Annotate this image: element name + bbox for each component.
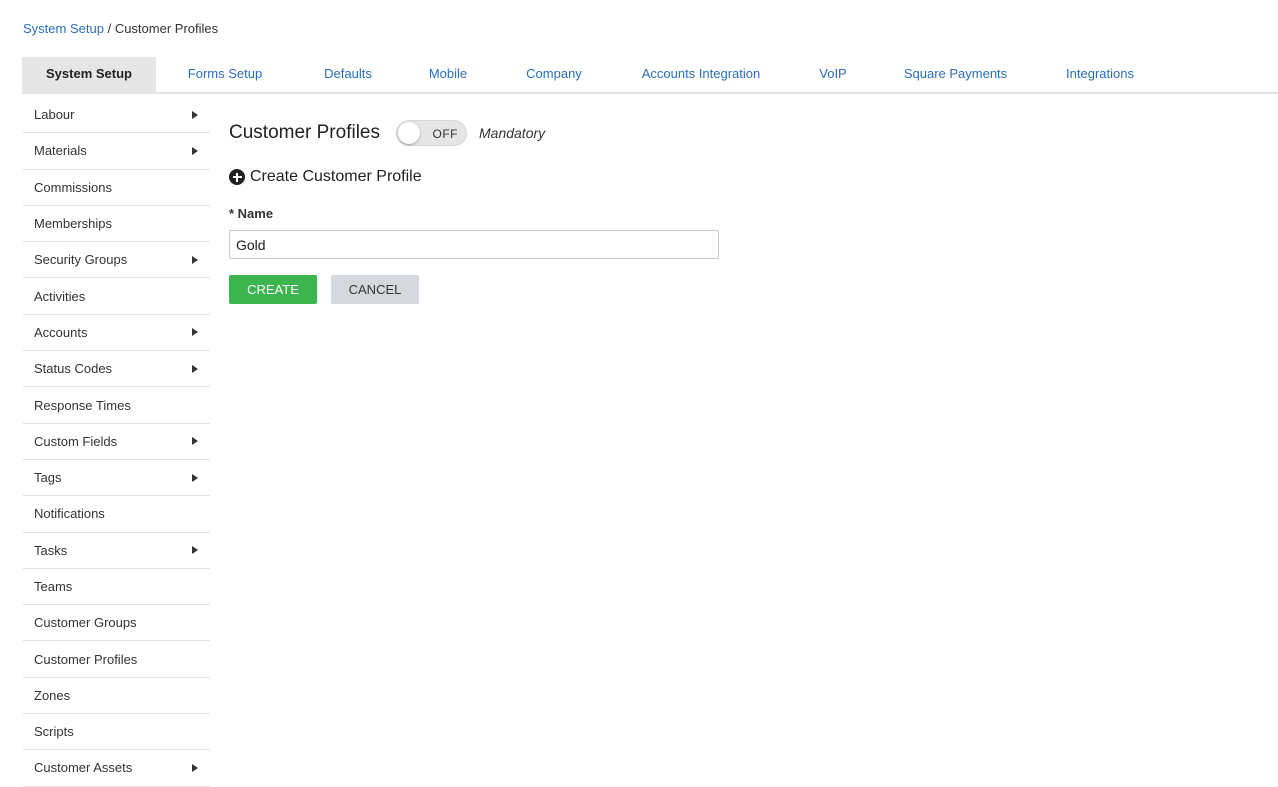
- tab-forms-setup[interactable]: Forms Setup: [156, 57, 294, 92]
- sidebar-item-zones[interactable]: Zones: [23, 678, 210, 715]
- sidebar-item-label: Notifications: [34, 506, 105, 522]
- tab-voip[interactable]: VoIP: [788, 57, 878, 92]
- sidebar-item-custom-fields[interactable]: Custom Fields: [23, 424, 210, 460]
- sidebar-item-label: Security Groups: [34, 252, 128, 268]
- sidebar-item-label: Commissions: [34, 179, 113, 195]
- cancel-button[interactable]: CANCEL: [331, 275, 419, 304]
- caret-right-icon: [192, 364, 198, 373]
- title-row: Customer Profiles OFF Mandatory: [229, 118, 719, 148]
- caret-right-icon: [192, 437, 198, 446]
- create-heading-text: Create Customer Profile: [250, 168, 422, 185]
- sidebar-item-commissions[interactable]: Commissions: [23, 170, 210, 206]
- breadcrumb: System Setup / Customer Profiles: [23, 21, 218, 36]
- create-button[interactable]: CREATE: [229, 275, 317, 304]
- name-field-label: * Name: [229, 206, 274, 221]
- sidebar: Labour Materials Commissions Memberships…: [23, 97, 210, 787]
- breadcrumb-current: Customer Profiles: [114, 21, 219, 36]
- sidebar-item-label: Tags: [34, 470, 62, 486]
- create-customer-profile-heading: Create Customer Profile: [229, 166, 719, 188]
- sidebar-item-label: Labour: [34, 107, 75, 123]
- sidebar-item-materials[interactable]: Materials: [23, 133, 210, 170]
- sidebar-item-label: Teams: [34, 579, 73, 594]
- caret-right-icon: [192, 763, 198, 772]
- tab-integrations[interactable]: Integrations: [1033, 57, 1167, 92]
- sidebar-item-label: Status Codes: [34, 361, 113, 377]
- sidebar-item-label: Materials: [34, 143, 87, 159]
- sidebar-item-memberships[interactable]: Memberships: [23, 206, 210, 243]
- breadcrumb-root-link[interactable]: System Setup: [23, 21, 104, 36]
- caret-right-icon: [192, 146, 198, 155]
- sidebar-item-tasks[interactable]: Tasks: [23, 533, 210, 569]
- caret-right-icon: [192, 546, 198, 555]
- sidebar-item-label: Customer Assets: [34, 760, 133, 776]
- breadcrumb-separator: /: [107, 21, 112, 36]
- tab-company[interactable]: Company: [494, 57, 614, 92]
- page-title: Customer Profiles: [229, 122, 380, 143]
- top-tabs: System Setup Forms Setup Defaults Mobile…: [22, 57, 1278, 94]
- sidebar-item-scripts[interactable]: Scripts: [23, 714, 210, 751]
- plus-circle-icon: [229, 169, 245, 185]
- tab-accounts-integration[interactable]: Accounts Integration: [614, 57, 788, 92]
- sidebar-item-label: Customer Profiles: [34, 651, 138, 667]
- sidebar-item-teams[interactable]: Teams: [23, 569, 210, 606]
- sidebar-item-status-codes[interactable]: Status Codes: [23, 351, 210, 388]
- sidebar-item-customer-groups[interactable]: Customer Groups: [23, 605, 210, 642]
- form-buttons: CREATE CANCEL: [229, 275, 719, 304]
- sidebar-item-label: Activities: [34, 288, 86, 304]
- caret-right-icon: [192, 110, 198, 119]
- sidebar-item-customer-profiles[interactable]: Customer Profiles: [23, 641, 210, 678]
- sidebar-item-label: Scripts: [34, 724, 74, 740]
- sidebar-item-label: Accounts: [34, 324, 88, 340]
- sidebar-item-labour[interactable]: Labour: [23, 97, 210, 134]
- caret-right-icon: [192, 255, 198, 264]
- toggle-knob: [398, 122, 420, 144]
- sidebar-item-security-groups[interactable]: Security Groups: [23, 242, 210, 279]
- tab-system-setup[interactable]: System Setup: [22, 57, 156, 92]
- sidebar-item-customer-assets[interactable]: Customer Assets: [23, 750, 210, 787]
- toggle-state-text: OFF: [432, 127, 458, 141]
- sidebar-item-response-times[interactable]: Response Times: [23, 387, 210, 424]
- sidebar-item-label: Tasks: [34, 542, 68, 558]
- caret-right-icon: [192, 473, 198, 482]
- sidebar-item-label: Zones: [34, 687, 71, 703]
- sidebar-item-label: Customer Groups: [34, 615, 137, 631]
- sidebar-item-label: Custom Fields: [34, 433, 118, 449]
- caret-right-icon: [192, 328, 198, 337]
- mandatory-label: Mandatory: [479, 125, 546, 141]
- sidebar-item-notifications[interactable]: Notifications: [23, 496, 210, 533]
- tab-mobile[interactable]: Mobile: [402, 57, 494, 92]
- name-input[interactable]: [229, 230, 719, 259]
- mandatory-toggle[interactable]: OFF: [396, 120, 467, 146]
- sidebar-item-tags[interactable]: Tags: [23, 460, 210, 497]
- tab-defaults[interactable]: Defaults: [294, 57, 402, 92]
- sidebar-item-accounts[interactable]: Accounts: [23, 315, 210, 352]
- sidebar-item-label: Memberships: [34, 216, 113, 232]
- tab-square-payments[interactable]: Square Payments: [878, 57, 1033, 92]
- main-content: Customer Profiles OFF Mandatory Create C…: [229, 118, 719, 304]
- sidebar-item-label: Response Times: [34, 397, 131, 413]
- sidebar-item-activities[interactable]: Activities: [23, 278, 210, 315]
